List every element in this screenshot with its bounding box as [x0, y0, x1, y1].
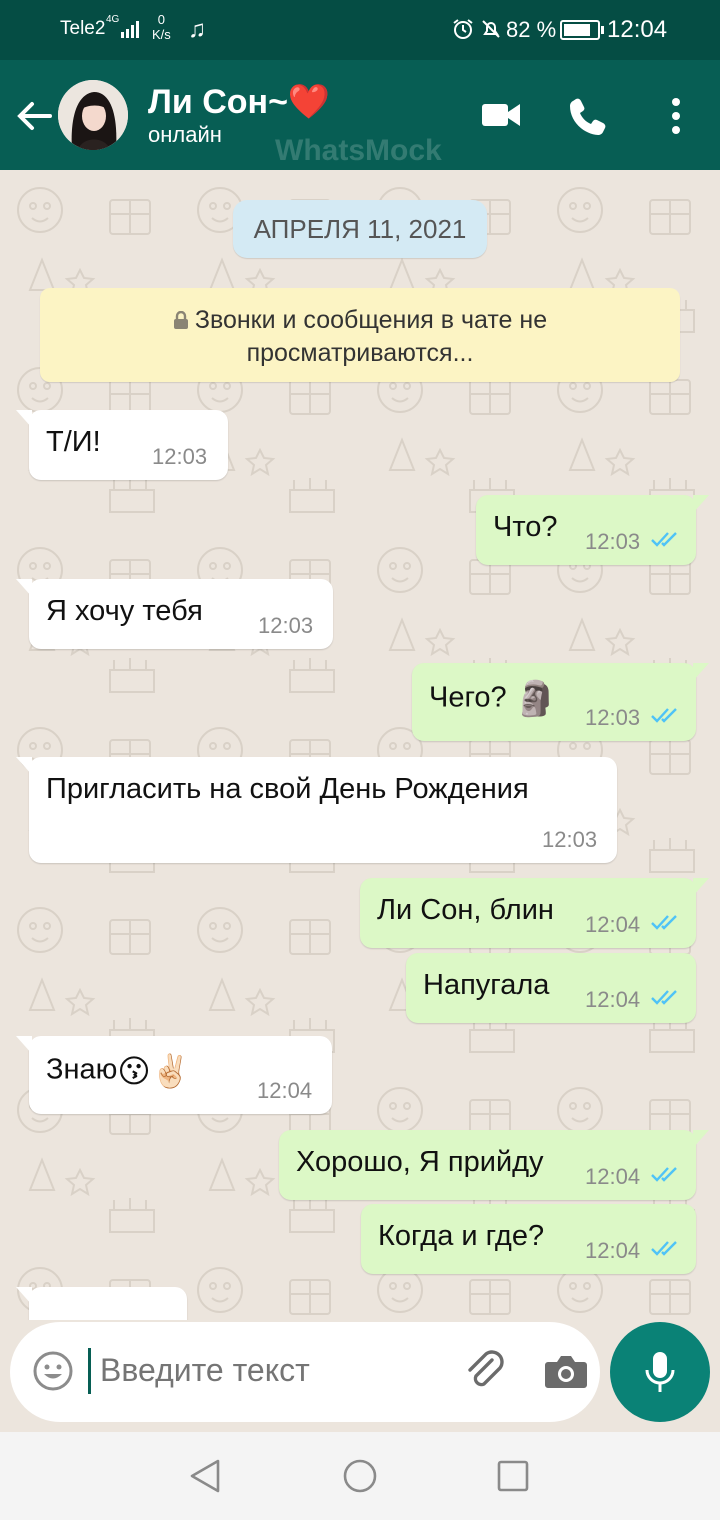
message-text-body: Знаю	[46, 1053, 118, 1086]
nav-home-icon[interactable]	[342, 1458, 378, 1494]
bubble-tail	[693, 1130, 709, 1148]
phone-call-icon[interactable]	[568, 96, 608, 136]
message-text: Знаю😗✌🏻	[46, 1052, 191, 1090]
battery-percent: 82 %	[506, 17, 557, 42]
bubble-tail	[16, 1287, 32, 1305]
encryption-notice[interactable]: Звонки и сообщения в чате не просматрива…	[40, 288, 680, 382]
message-text: Я хочу тебя	[46, 595, 203, 627]
nav-back-icon[interactable]	[188, 1458, 222, 1494]
network-type: 4G	[106, 14, 120, 25]
message-text: Напугала	[423, 969, 550, 1001]
battery-level	[564, 24, 591, 36]
read-receipt-icon	[651, 532, 677, 547]
message-time: 12:03	[258, 613, 314, 638]
text-caret	[88, 1348, 91, 1394]
encryption-notice-line2: просматриваются...	[246, 339, 474, 367]
bubble-tail	[693, 495, 709, 513]
read-receipt-icon	[651, 1167, 677, 1182]
heart-emoji: ❤️	[287, 83, 331, 121]
message-text: Что?	[493, 511, 558, 543]
message-bubble-incoming[interactable]: Знаю😗✌🏻 12:04	[16, 1036, 332, 1114]
bubble-tail	[16, 579, 32, 597]
battery-icon	[560, 20, 604, 40]
message-text: Чего? 🗿	[429, 679, 557, 719]
message-text: Хорошо, Я прийду	[296, 1146, 544, 1178]
encryption-notice-line1: Звонки и сообщения в чате не	[194, 306, 548, 334]
microphone-icon	[645, 1352, 675, 1392]
clock: 12:04	[607, 16, 668, 43]
notifications-off-icon	[482, 20, 500, 38]
signal-icon	[121, 21, 139, 38]
voice-message-button[interactable]	[610, 1322, 710, 1422]
bubble-tail	[693, 663, 709, 681]
read-receipt-icon	[651, 1241, 677, 1256]
message-time: 12:03	[585, 529, 641, 554]
chat-area[interactable]: АПРЕЛЯ 11, 2021 Звонки и сообщения в чат…	[0, 170, 720, 1320]
message-time: 12:04	[585, 912, 641, 937]
message-bubble-outgoing[interactable]: Чего? 🗿 12:03	[412, 663, 709, 741]
message-input[interactable]	[100, 1352, 440, 1389]
message-bubble-outgoing[interactable]: Хорошо, Я прийду 12:04	[279, 1130, 709, 1200]
chat-header: Ли Сон~❤️ онлайн WhatsMock	[0, 60, 720, 170]
message-text: Т/И!	[46, 426, 101, 458]
message-bubble-outgoing[interactable]: Когда и где? 12:04	[361, 1204, 696, 1274]
network-speed: 0 K/s	[152, 12, 171, 42]
message-bubble-incoming[interactable]: Пригласить на свой День Рождения 12:03	[16, 757, 617, 863]
message-text-body: Чего?	[429, 681, 507, 714]
moai-emoji: 🗿	[514, 680, 558, 718]
message-time: 12:03	[542, 827, 598, 852]
message-text: Когда и где?	[378, 1220, 545, 1252]
carrier-name: Tele2	[60, 18, 106, 39]
attach-icon[interactable]	[462, 1348, 508, 1394]
read-receipt-icon	[651, 708, 677, 723]
message-time: 12:04	[257, 1078, 313, 1103]
message-composer	[10, 1322, 600, 1422]
message-bubble-outgoing[interactable]: Ли Сон, блин 12:04	[360, 878, 709, 948]
nav-recents-icon[interactable]	[497, 1460, 529, 1492]
network-speed-unit: K/s	[152, 27, 171, 42]
bubble-tail	[16, 1036, 32, 1054]
contact-name-text: Ли Сон~	[148, 83, 288, 121]
camera-icon[interactable]	[544, 1352, 588, 1390]
message-text: Пригласить на свой День Рождения	[46, 773, 529, 805]
more-options-icon[interactable]	[664, 96, 688, 136]
message-time: 12:04	[585, 987, 641, 1012]
message-time: 12:03	[152, 444, 208, 469]
lock-icon	[173, 311, 188, 329]
avatar[interactable]	[58, 80, 128, 150]
read-receipt-icon	[651, 915, 677, 930]
status-bar: Tele2 4G 0 K/s ♫ 82 % 12:04	[0, 0, 720, 60]
contact-name[interactable]: Ли Сон~❤️	[148, 82, 330, 122]
presence-status: онлайн	[148, 122, 222, 147]
message-bubble-incoming[interactable]: Я хочу тебя 12:03	[16, 579, 333, 649]
network-speed-value: 0	[157, 12, 166, 27]
alarm-icon	[453, 19, 473, 39]
bubble-tail	[16, 410, 32, 428]
kissing-wave-emoji: 😗✌🏻	[117, 1053, 191, 1089]
emoji-icon[interactable]	[32, 1350, 74, 1392]
read-receipt-icon	[651, 990, 677, 1005]
music-note-icon: ♫	[188, 16, 206, 43]
watermark: WhatsMock	[275, 134, 442, 167]
message-time: 12:04	[585, 1238, 641, 1263]
system-nav-bar	[0, 1432, 720, 1520]
message-bubble-incoming-partial[interactable]	[16, 1287, 187, 1320]
message-bubble-incoming[interactable]: Т/И! 12:03	[16, 410, 228, 480]
message-time: 12:03	[585, 705, 641, 730]
date-chip: АПРЕЛЯ 11, 2021	[233, 200, 487, 258]
message-time: 12:04	[585, 1164, 641, 1189]
message-bubble-outgoing[interactable]: Напугала 12:04	[406, 953, 696, 1023]
message-bubble-outgoing[interactable]: Что? 12:03	[476, 495, 709, 565]
bubble-tail	[693, 878, 709, 896]
video-call-icon[interactable]	[481, 100, 521, 130]
bubble-tail	[16, 757, 32, 775]
back-arrow-icon[interactable]	[14, 96, 54, 136]
message-text: Ли Сон, блин	[377, 894, 554, 926]
